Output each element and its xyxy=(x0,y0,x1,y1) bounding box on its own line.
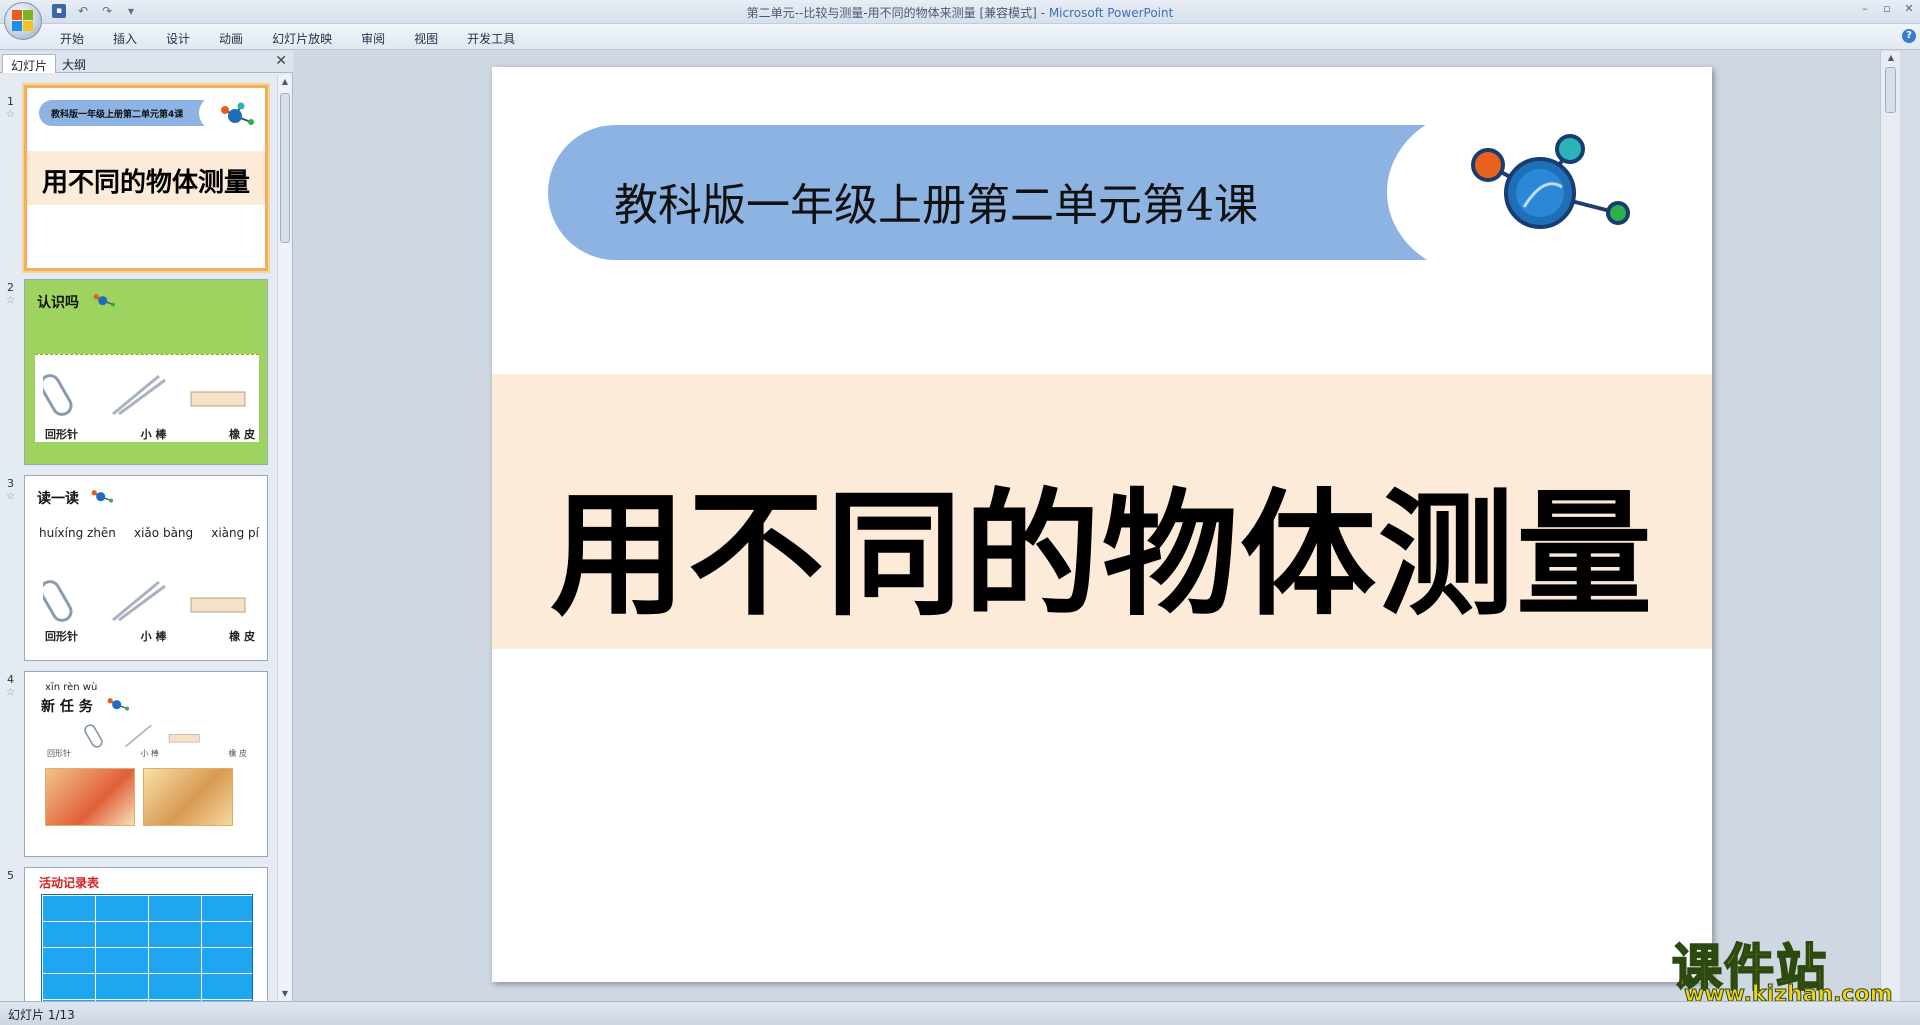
thumb-pinyin-row: huíxíng zhēn xiǎo bàng xiàng pí xyxy=(39,526,259,540)
thumb-number: 4 xyxy=(7,673,14,686)
thumb-pinyin: huíxíng zhēn xyxy=(39,526,116,540)
slide-title[interactable]: 用不同的物体测量 xyxy=(492,445,1712,642)
thumb-record-table xyxy=(41,894,253,1001)
molecule-icon xyxy=(93,294,116,307)
thumb-title: 读一读 xyxy=(37,491,79,507)
status-bar: 幻灯片 1/13 xyxy=(0,1001,1920,1025)
window-controls: – ▫ ✕ xyxy=(1858,2,1916,16)
animation-star-icon: ☆ xyxy=(6,109,15,120)
window-title: 第二单元--比较与测量-用不同的物体来测量 [兼容模式] - Microsoft… xyxy=(0,4,1920,21)
slides-pane: 幻灯片 大纲 ✕ 1 ☆ 教科版一年级上册第二单元第4课 用不同的物体测量 2 … xyxy=(0,51,293,1001)
thumb-item-labels: 回形针 小 棒 橡 皮 xyxy=(45,628,255,644)
thumb-item-label: 小 棒 xyxy=(140,630,167,643)
molecule-icon xyxy=(107,698,130,711)
thumb-title: 活动记录表 xyxy=(39,876,100,890)
thumb-title: 新 任 务 xyxy=(41,699,93,715)
ribbon-tabs: 开始 插入 设计 动画 幻灯片放映 审阅 视图 开发工具 xyxy=(60,30,544,47)
tab-home[interactable]: 开始 xyxy=(60,30,84,47)
tab-slideshow[interactable]: 幻灯片放映 xyxy=(272,30,332,47)
thumb-item-labels: 回形针 小 棒 橡 皮 xyxy=(45,426,255,442)
pane-close-icon[interactable]: ✕ xyxy=(275,53,287,69)
help-icon[interactable]: ? xyxy=(1902,29,1916,43)
thumb-title: 认识吗 xyxy=(37,295,79,311)
maximize-icon[interactable]: ▫ xyxy=(1880,2,1894,16)
slide-thumbnails: 1 ☆ 教科版一年级上册第二单元第4课 用不同的物体测量 2 ☆ 认识吗 回形针… xyxy=(0,75,278,1001)
scroll-up-icon[interactable]: ▲ xyxy=(1884,51,1898,65)
close-icon[interactable]: ✕ xyxy=(1902,2,1916,16)
slide-scrollbar[interactable]: ▲ xyxy=(1880,51,1900,1001)
slide-indicator: 幻灯片 1/13 xyxy=(8,1008,75,1022)
tab-design[interactable]: 设计 xyxy=(166,30,190,47)
office-button[interactable] xyxy=(4,2,42,40)
slide-thumbnail-3[interactable]: 读一读 huíxíng zhēn xiǎo bàng xiàng pí 回形针 … xyxy=(24,475,268,661)
tab-insert[interactable]: 插入 xyxy=(113,30,137,47)
current-slide[interactable]: 教科版一年级上册第二单元第4课 用不同的物体测量 xyxy=(492,67,1712,982)
title-bar: ▪ ↶ ↷ ▾ 第二单元--比较与测量-用不同的物体来测量 [兼容模式] - M… xyxy=(0,0,1920,24)
office-logo-icon xyxy=(12,10,34,32)
tab-animations[interactable]: 动画 xyxy=(219,30,243,47)
animation-star-icon: ☆ xyxy=(6,491,15,502)
slide-thumbnail-5[interactable]: 活动记录表 xyxy=(24,867,268,1001)
thumb-objects-illustration xyxy=(84,724,200,748)
tab-slides[interactable]: 幻灯片 xyxy=(2,54,57,73)
thumb-pinyin: xiàng pí xyxy=(211,526,259,540)
ribbon: 开始 插入 设计 动画 幻灯片放映 审阅 视图 开发工具 ? xyxy=(0,24,1920,50)
thumb-item-label: 小 棒 xyxy=(140,428,167,441)
thumb-number: 1 xyxy=(7,95,14,108)
slide-thumbnail-1[interactable]: 教科版一年级上册第二单元第4课 用不同的物体测量 xyxy=(24,85,268,271)
thumb-number: 5 xyxy=(7,869,14,882)
molecule-icon xyxy=(91,490,114,503)
thumbnails-scrollbar[interactable]: ▲ ▼ xyxy=(277,75,292,1001)
animation-star-icon: ☆ xyxy=(6,295,15,306)
thumb-header: 教科版一年级上册第二单元第4课 xyxy=(51,110,184,120)
thumb-number: 2 xyxy=(7,281,14,294)
minimize-icon[interactable]: – xyxy=(1858,2,1872,16)
molecule-icon xyxy=(221,102,254,125)
thumb-item-label: 橡 皮 xyxy=(228,749,247,758)
thumb-item-label: 回形针 xyxy=(47,749,71,758)
animation-star-icon: ☆ xyxy=(6,687,15,698)
thumb-item-label: 小 棒 xyxy=(140,749,159,758)
thumb-item-label: 橡 皮 xyxy=(229,428,255,441)
thumb-photo-child-2 xyxy=(143,768,233,826)
pane-tabs: 幻灯片 大纲 ✕ xyxy=(0,51,293,73)
scroll-up-icon[interactable]: ▲ xyxy=(278,75,292,89)
scroll-thumb[interactable] xyxy=(1885,67,1896,113)
thumb-item-label: 橡 皮 xyxy=(229,630,255,643)
scroll-down-icon[interactable]: ▼ xyxy=(278,987,292,1001)
thumb-item-label: 回形针 xyxy=(45,428,78,441)
slide-editing-area: 教科版一年级上册第二单元第4课 用不同的物体测量 ▲ xyxy=(294,51,1900,1001)
thumb-item-label: 回形针 xyxy=(45,630,78,643)
tab-review[interactable]: 审阅 xyxy=(361,30,385,47)
slide-header-text[interactable]: 教科版一年级上册第二单元第4课 xyxy=(614,169,1258,233)
watermark-logo: 课件站 www.kjzhan.com xyxy=(1670,928,1900,1008)
slide-thumbnail-2[interactable]: 认识吗 回形针 小 棒 橡 皮 xyxy=(24,279,268,465)
thumb-number: 3 xyxy=(7,477,14,490)
tab-outline[interactable]: 大纲 xyxy=(54,54,94,73)
thumb-title: 用不同的物体测量 xyxy=(41,168,250,198)
thumb-pinyin: xiǎo bàng xyxy=(134,526,194,540)
slide-thumbnail-4[interactable]: xīn rèn wù 新 任 务 回形针 小 棒 橡 皮 xyxy=(24,671,268,857)
thumb-item-labels: 回形针 小 棒 橡 皮 xyxy=(47,748,247,759)
thumb-objects-illustration xyxy=(43,580,246,622)
app-name: Microsoft PowerPoint xyxy=(1048,6,1174,20)
thumb-objects-illustration xyxy=(43,374,246,416)
tab-developer[interactable]: 开发工具 xyxy=(467,30,515,47)
tab-view[interactable]: 视图 xyxy=(414,30,438,47)
molecule-icon xyxy=(1471,134,1630,229)
thumb-photo-child-1 xyxy=(45,768,135,826)
document-title: 第二单元--比较与测量-用不同的物体来测量 [兼容模式] - xyxy=(746,6,1049,20)
thumb-pinyin: xīn rèn wù xyxy=(45,682,98,693)
scroll-thumb[interactable] xyxy=(280,93,290,243)
